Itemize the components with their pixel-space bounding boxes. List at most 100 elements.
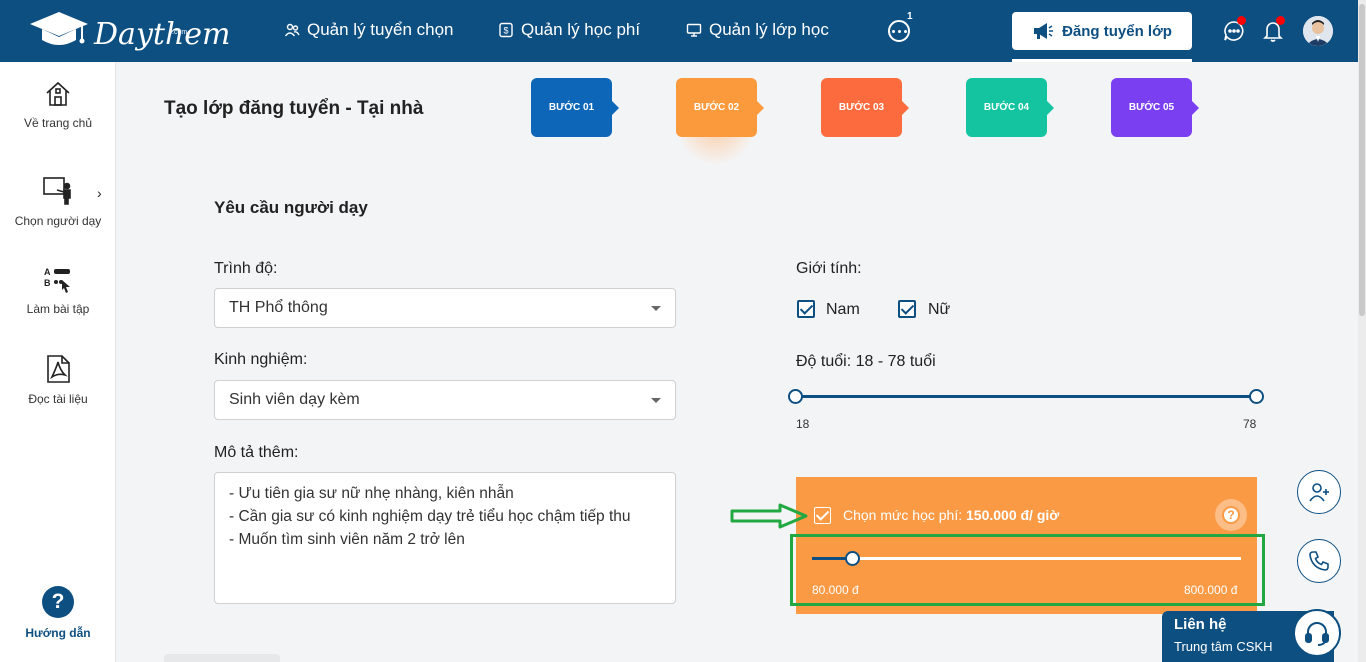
nav-fees-label: Quản lý học phí [521,20,641,39]
help-label: Hướng dẫn [25,626,91,640]
fee-label: Chọn mức học phí: 150.000 đ/ giờ [843,507,1059,523]
age-range-track[interactable] [796,395,1257,398]
level-label: Trình độ: [214,260,278,277]
top-header: Daythem .com Quản lý tuyển chọn $ Quản l… [0,0,1358,62]
section-title: Yêu cầu người dạy [214,198,368,217]
step-label: BƯỚC 03 [838,102,885,113]
fee-label-value: 150.000 đ/ giờ [966,507,1060,523]
age-min-label: 18 [796,417,810,431]
svg-text:A: A [44,267,51,277]
help-icon: ? [42,586,74,618]
sidebar-item-label: Làm bài tập [26,302,90,316]
headset-icon-glyph [1305,622,1329,646]
more-dot-icon [903,29,907,33]
age-min-handle[interactable] [788,389,803,404]
contact-subtitle: Trung tâm CSKH [1174,639,1273,654]
description-textarea[interactable]: - Ưu tiên gia sư nữ nhẹ nhàng, kiên nhẫn… [214,472,676,604]
add-user-icon [1309,483,1329,502]
avatar-portrait-icon [1303,16,1333,46]
sidebar-item-label: Về trang chủ [23,116,93,130]
sidebar-item-label: Đọc tài liệu [28,392,88,406]
fee-checkbox[interactable] [814,507,831,524]
logo-suffix: .com [172,29,188,36]
more-dot-icon [891,29,895,33]
pdf-icon [47,355,70,383]
experience-select[interactable]: Sinh viên dạy kèm [214,380,676,420]
sidebar-item-home[interactable]: Về trang chủ [0,80,116,130]
page-title: Tạo lớp đăng tuyển - Tại nhà [164,98,424,119]
level-select[interactable]: TH Phổ thông [214,288,676,328]
step-05[interactable]: BƯỚC 05 [1111,78,1199,137]
svg-text:$: $ [503,26,508,36]
gender-female-label: Nữ [928,301,951,318]
age-label: Độ tuổi: 18 - 78 tuổi [796,353,936,371]
highlight-box [790,534,1265,606]
arrow-right-icon [730,503,808,529]
bell-unread-dot [1276,16,1285,25]
post-class-button[interactable]: Đăng tuyển lớp [1012,12,1192,50]
logo[interactable]: Daythem [28,10,230,50]
megaphone-icon [1034,23,1054,39]
fee-help-button[interactable]: ? [1215,499,1247,531]
step-02[interactable]: BƯỚC 02 [676,78,764,137]
step-label: BƯỚC 05 [1128,102,1175,113]
description-label: Mô tả thêm: [214,444,299,461]
sidebar-item-choose-teacher[interactable]: Chọn người dạy [0,176,116,228]
add-user-float-button[interactable] [1297,470,1341,514]
bottom-panel-edge [164,654,280,662]
experience-label: Kinh nghiệm: [214,351,308,368]
description-line: - Muốn tìm sinh viên năm 2 trở lên [229,531,465,548]
gender-label: Giới tính: [796,260,862,277]
level-value: TH Phổ thông [229,299,328,316]
description-line: - Cần gia sư có kinh nghiệm dạy trẻ tiểu… [229,508,631,525]
step-label: BƯỚC 02 [693,102,740,113]
call-float-button[interactable] [1297,539,1341,583]
sidebar: Về trang chủ Chọn người dạy › A B Làm bà… [0,62,116,662]
exercise-icon: A B [44,267,70,293]
nav-classes[interactable]: Quản lý lớp học [686,20,829,40]
nav-fees[interactable]: $ Quản lý học phí [498,20,640,40]
more-menu-button[interactable] [888,20,910,42]
home-icon [46,81,70,106]
question-icon: ? [1222,506,1240,524]
sidebar-help[interactable]: ? Hướng dẫn [0,586,116,640]
sidebar-item-exercises[interactable]: A B Làm bài tập [0,264,116,316]
gender-female-checkbox[interactable] [898,300,916,318]
age-max-label: 78 [1243,417,1257,431]
page-scrollbar[interactable] [1358,0,1366,662]
step-04[interactable]: BƯỚC 04 [966,78,1054,137]
description-line: - Ưu tiên gia sư nữ nhẹ nhàng, kiên nhẫn [229,485,514,502]
sidebar-item-label: Chọn người dạy [14,214,102,228]
age-label-prefix: Độ tuổi: [796,353,852,370]
graduation-cap-icon [30,12,88,45]
caret-down-icon [651,306,661,311]
sidebar-item-documents[interactable]: Đọc tài liệu [0,354,116,406]
fee-label-prefix: Chọn mức học phí: [843,507,963,523]
nav-recruitment-label: Quản lý tuyển chọn [307,20,454,39]
experience-value: Sinh viên dạy kèm [229,391,360,408]
nav-classes-label: Quản lý lớp học [709,20,829,39]
phone-icon [1309,551,1329,571]
teacher-icon [43,177,71,205]
caret-down-icon [651,398,661,403]
post-class-label: Đăng tuyển lớp [1062,22,1172,40]
headset-icon[interactable] [1293,609,1341,657]
people-icon [284,23,300,37]
user-avatar[interactable] [1303,16,1333,46]
fee-icon: $ [499,22,513,38]
step-label: BƯỚC 04 [983,102,1030,113]
gender-male-label: Nam [826,301,860,318]
chat-unread-dot [1237,16,1246,25]
active-tab-indicator [1012,59,1192,62]
contact-title: Liên hệ [1174,616,1227,633]
nav-recruitment[interactable]: Quản lý tuyển chọn [284,20,453,40]
gender-male-checkbox[interactable] [797,300,815,318]
chevron-right-icon[interactable]: › [97,185,102,201]
age-max-handle[interactable] [1249,389,1264,404]
step-03[interactable]: BƯỚC 03 [821,78,909,137]
age-label-value: 18 - 78 tuổi [855,353,936,370]
svg-text:B: B [44,278,51,288]
step-label: BƯỚC 01 [548,102,595,113]
step-01[interactable]: BƯỚC 01 [531,78,619,137]
scrollbar-thumb[interactable] [1359,4,1365,316]
